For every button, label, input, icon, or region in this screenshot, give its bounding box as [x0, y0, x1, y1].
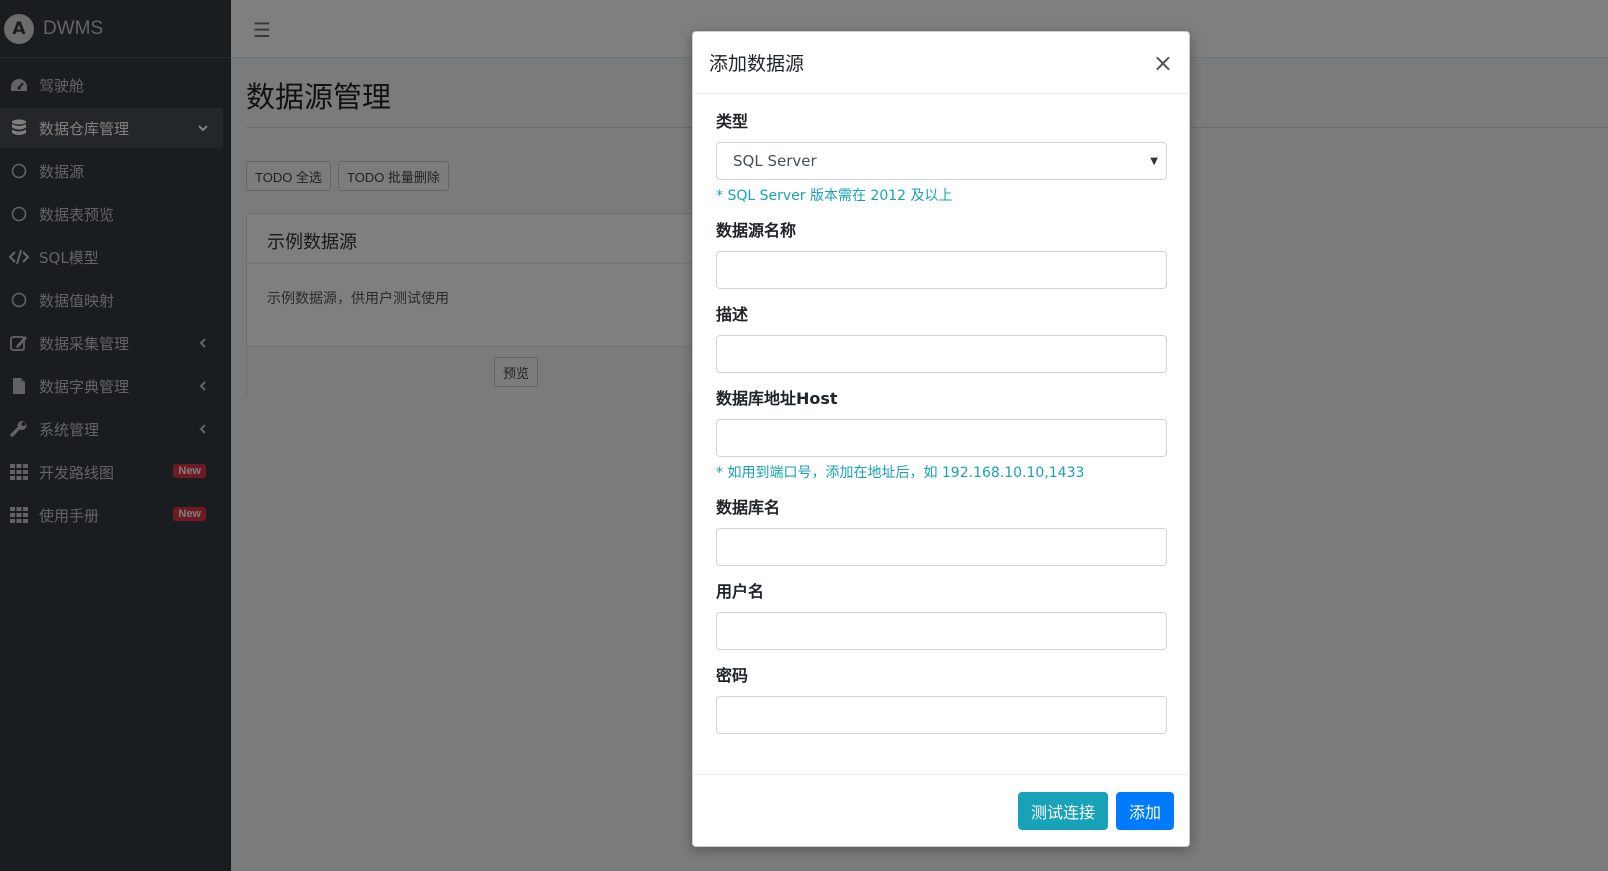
- description-label: 描述: [716, 305, 749, 324]
- modal-footer: 测试连接 添加: [693, 774, 1189, 846]
- type-selected-value: SQL Server: [733, 152, 817, 170]
- close-icon[interactable]: ×: [1153, 51, 1173, 75]
- host-input[interactable]: [716, 419, 1167, 457]
- add-button[interactable]: 添加: [1115, 791, 1174, 830]
- type-group: 类型 SQL Server ▼ * SQL Server 版本需在 2012 及…: [716, 108, 1167, 205]
- type-select[interactable]: SQL Server ▼: [716, 142, 1167, 180]
- name-input[interactable]: [716, 251, 1167, 289]
- type-help-text: * SQL Server 版本需在 2012 及以上: [716, 188, 953, 204]
- caret-down-icon: ▼: [1150, 156, 1158, 167]
- dbname-group: 数据库名: [716, 494, 1167, 566]
- modal-title: 添加数据源: [709, 53, 805, 75]
- host-group: 数据库地址Host * 如用到端口号，添加在地址后，如 192.168.10.1…: [716, 385, 1167, 482]
- test-connection-button[interactable]: 测试连接: [1017, 791, 1108, 830]
- password-input[interactable]: [716, 696, 1167, 734]
- modal-header: 添加数据源 ×: [693, 32, 1189, 94]
- name-group: 数据源名称: [716, 217, 1167, 289]
- password-group: 密码: [716, 662, 1167, 734]
- modal-body: 类型 SQL Server ▼ * SQL Server 版本需在 2012 及…: [693, 94, 1189, 734]
- dbname-label: 数据库名: [716, 498, 781, 517]
- username-input[interactable]: [716, 612, 1167, 650]
- type-label: 类型: [716, 112, 749, 131]
- name-label: 数据源名称: [716, 221, 797, 240]
- username-label: 用户名: [716, 582, 765, 601]
- username-group: 用户名: [716, 578, 1167, 650]
- add-datasource-modal: 添加数据源 × 类型 SQL Server ▼ * SQL Server 版本需…: [692, 31, 1190, 847]
- description-group: 描述: [716, 301, 1167, 373]
- password-label: 密码: [716, 666, 749, 685]
- host-label: 数据库地址Host: [716, 389, 838, 408]
- dbname-input[interactable]: [716, 528, 1167, 566]
- host-help-text: * 如用到端口号，添加在地址后，如 192.168.10.10,1433: [716, 465, 1085, 481]
- description-input[interactable]: [716, 335, 1167, 373]
